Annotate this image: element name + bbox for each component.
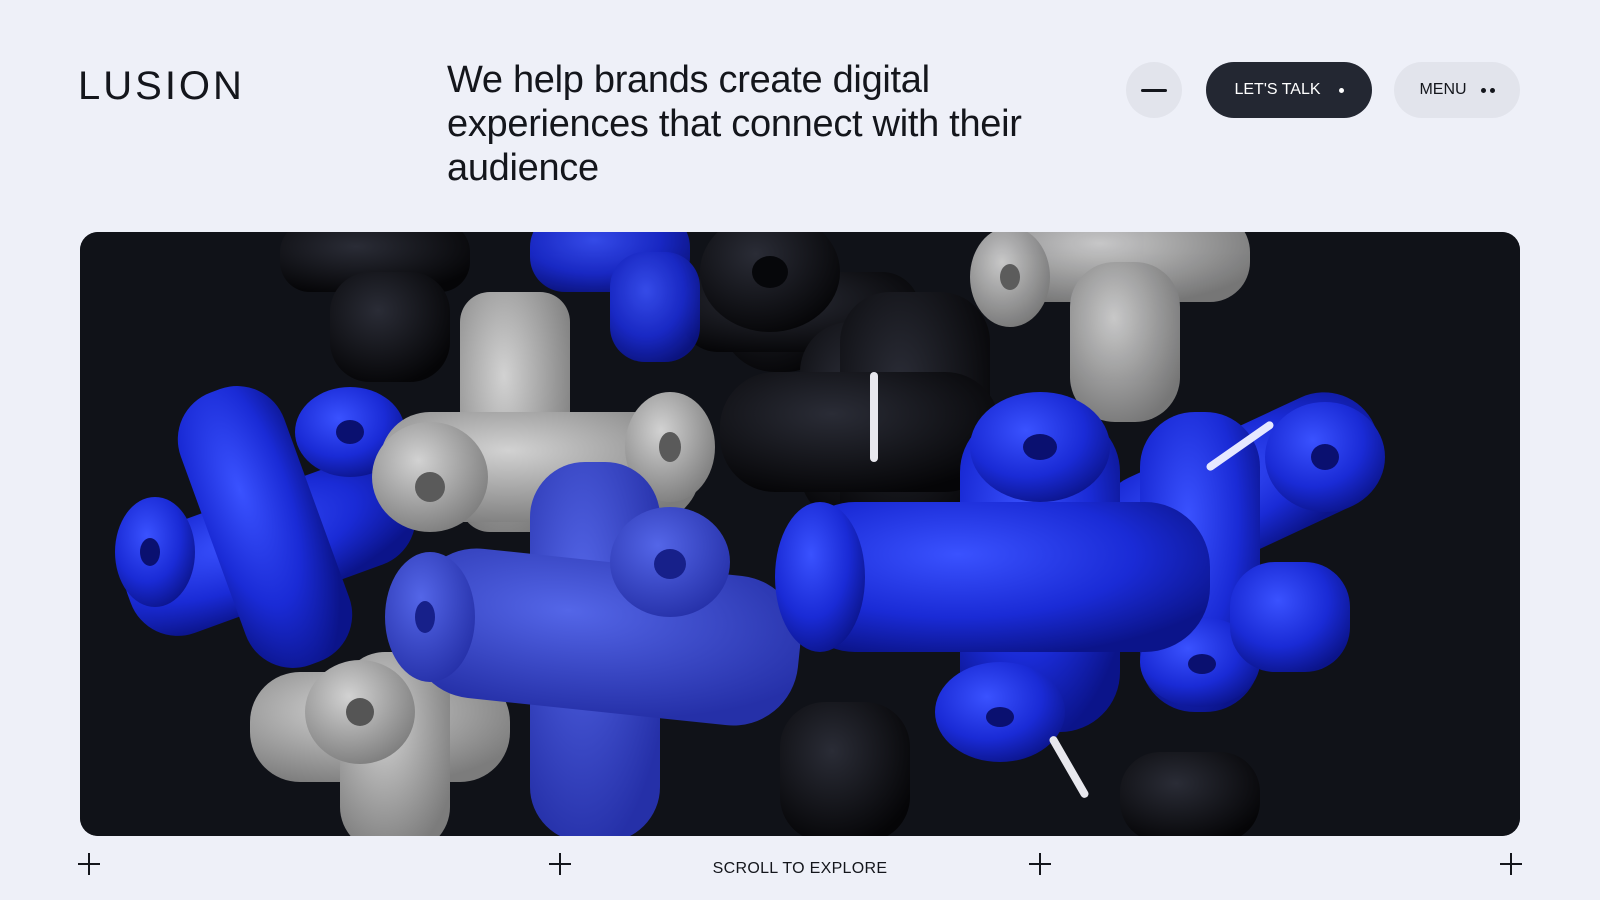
hero-tagline: We help brands create digital experience… bbox=[447, 59, 1022, 189]
menu-button[interactable]: MENU bbox=[1394, 62, 1520, 118]
hero-artwork[interactable] bbox=[80, 232, 1520, 836]
minus-icon bbox=[1141, 88, 1167, 92]
plus-icon bbox=[549, 853, 571, 875]
plus-icon bbox=[78, 853, 100, 875]
lets-talk-label: LET'S TALK bbox=[1234, 81, 1321, 98]
dots-icon bbox=[1480, 87, 1495, 93]
dot-icon bbox=[1338, 87, 1344, 93]
menu-label: MENU bbox=[1419, 81, 1467, 98]
plus-icon bbox=[1500, 853, 1522, 875]
3d-jack-shapes-image bbox=[80, 232, 1520, 836]
sound-toggle-button[interactable] bbox=[1126, 62, 1182, 118]
lets-talk-button[interactable]: LET'S TALK bbox=[1206, 62, 1372, 118]
scroll-to-explore-label[interactable]: SCROLL TO EXPLORE bbox=[700, 860, 900, 878]
plus-icon bbox=[1029, 853, 1051, 875]
logo[interactable]: LUSION bbox=[78, 64, 245, 109]
